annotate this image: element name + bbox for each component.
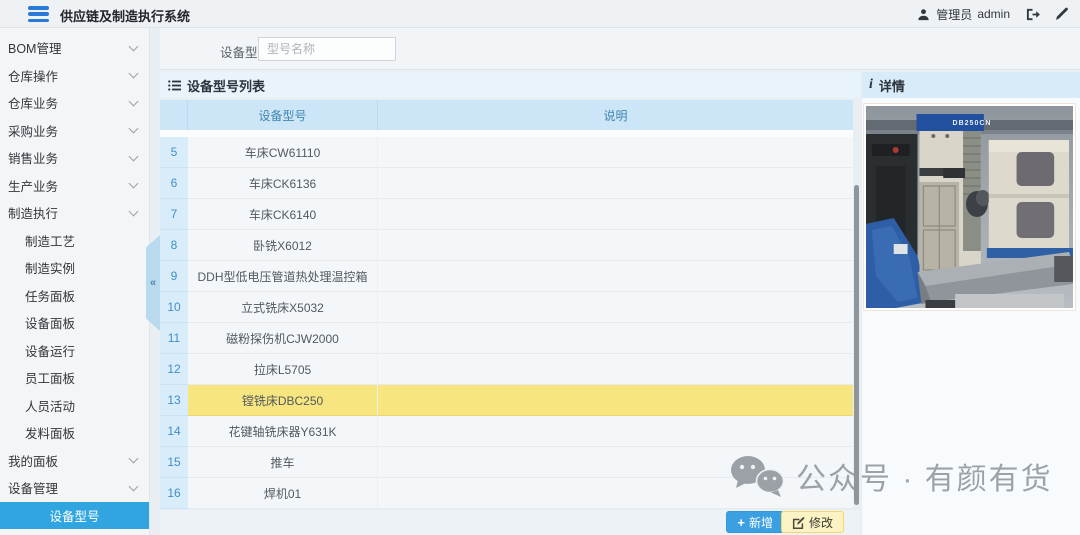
action-footer: + 新增 修改 — [160, 510, 860, 535]
sidebar-item-warehouse-ops[interactable]: 仓库操作 — [0, 62, 149, 90]
add-button[interactable]: + 新增 — [726, 511, 784, 533]
edit-square-icon — [792, 516, 805, 529]
edit-pencil-icon[interactable] — [1054, 6, 1070, 22]
device-photo: DB250CN — [863, 103, 1076, 311]
sidebar-item-sales[interactable]: 销售业务 — [0, 144, 149, 172]
sidebar-item-mfg-process[interactable]: 制造工艺 — [0, 227, 149, 255]
table-row[interactable]: 5 车床CW61110 — [160, 137, 853, 168]
machine-photo-illustration — [866, 106, 1073, 308]
sidebar: BOM管理 仓库操作 仓库业务 采购业务 销售业务 生产业务 制造执行 制造工艺… — [0, 28, 150, 535]
chevron-down-icon — [130, 153, 137, 160]
column-header-index — [160, 100, 188, 130]
device-model-table: 5 车床CW61110 6 车床CK6136 7 车床CK6140 8 卧铣X6… — [160, 137, 853, 509]
sidebar-item-task-panel[interactable]: 任务面板 — [0, 282, 149, 310]
menu-toggle-icon[interactable] — [28, 6, 49, 22]
sidebar-item-purchase[interactable]: 采购业务 — [0, 117, 149, 145]
table-row[interactable]: 7 车床CK6140 — [160, 199, 853, 230]
user-chip[interactable]: 管理员 admin — [915, 6, 1010, 23]
sidebar-item-mfg-execution[interactable]: 制造执行 — [0, 199, 149, 227]
column-header-model[interactable]: 设备型号 — [188, 100, 378, 130]
sidebar-item-production[interactable]: 生产业务 — [0, 172, 149, 200]
list-title: 设备型号列表 — [187, 76, 265, 95]
sidebar-item-my-panel[interactable]: 我的面板 — [0, 447, 149, 475]
table-row[interactable]: 11 磁粉探伤机CJW2000 — [160, 323, 853, 354]
list-header: 设备型号列表 — [160, 72, 860, 98]
table-row[interactable]: 15 推车 — [160, 447, 853, 478]
user-name: admin — [977, 7, 1010, 21]
sidebar-item-warehouse-biz[interactable]: 仓库业务 — [0, 89, 149, 117]
chevron-down-icon — [130, 43, 137, 50]
chevron-down-icon — [130, 208, 137, 215]
sidebar-item-material-panel[interactable]: 发料面板 — [0, 419, 149, 447]
sidebar-item-bom[interactable]: BOM管理 — [0, 34, 149, 62]
sidebar-item-device-running[interactable]: 设备运行 — [0, 337, 149, 365]
chevron-down-icon — [130, 125, 137, 132]
table-scrollbar-thumb[interactable] — [854, 185, 859, 505]
plus-icon: + — [737, 515, 745, 530]
chevron-down-icon — [130, 70, 137, 77]
logout-icon[interactable] — [1024, 6, 1040, 22]
detail-panel: i 详情 — [862, 72, 1080, 535]
model-name-input[interactable] — [258, 37, 396, 61]
sidebar-item-device-mgmt[interactable]: 设备管理 — [0, 474, 149, 502]
table-header-gap — [160, 130, 853, 137]
top-bar: 供应链及制造执行系统 管理员 admin — [0, 0, 1080, 28]
chevron-down-icon — [130, 180, 137, 187]
table-row[interactable]: 12 拉床L5705 — [160, 354, 853, 385]
list-icon — [168, 80, 181, 91]
table-row[interactable]: 10 立式铣床X5032 — [160, 292, 853, 323]
edit-button[interactable]: 修改 — [781, 511, 844, 533]
table-scrollbar-track[interactable] — [854, 100, 860, 510]
sidebar-item-device-model-active[interactable]: 设备型号 — [0, 502, 149, 529]
chevron-down-icon — [130, 98, 137, 105]
table-row[interactable]: 8 卧铣X6012 — [160, 230, 853, 261]
sidebar-item-staff-panel[interactable]: 员工面板 — [0, 364, 149, 392]
table-row[interactable]: 9 DDH型低电压管道热处理温控箱 — [160, 261, 853, 292]
sidebar-item-mfg-instance[interactable]: 制造实例 — [0, 254, 149, 282]
detail-title: 详情 — [879, 76, 905, 95]
machine-model-label: DB250CN — [922, 120, 1022, 127]
info-icon: i — [869, 77, 873, 93]
sidebar-item-device-panel[interactable]: 设备面板 — [0, 309, 149, 337]
column-header-desc[interactable]: 说明 — [378, 100, 853, 130]
filter-bar: 设备型号: — [160, 28, 1080, 70]
user-role: 管理员 — [936, 6, 972, 23]
table-row[interactable]: 16 焊机01 — [160, 478, 853, 509]
app-title: 供应链及制造执行系统 — [60, 6, 190, 25]
chevron-down-icon — [130, 455, 137, 462]
sidebar-item-personnel-activity[interactable]: 人员活动 — [0, 392, 149, 420]
user-icon — [915, 6, 931, 22]
detail-panel-header: i 详情 — [862, 72, 1080, 98]
table-row[interactable]: 14 花键轴铣床器Y631K — [160, 416, 853, 447]
chevron-down-icon — [130, 483, 137, 490]
table-row[interactable]: 6 车床CK6136 — [160, 168, 853, 199]
sidebar-collapse-handle[interactable]: « — [146, 235, 160, 331]
table-header-row: 设备型号 说明 — [160, 100, 853, 130]
table-row-selected[interactable]: 13 镗铣床DBC250 — [160, 385, 853, 416]
